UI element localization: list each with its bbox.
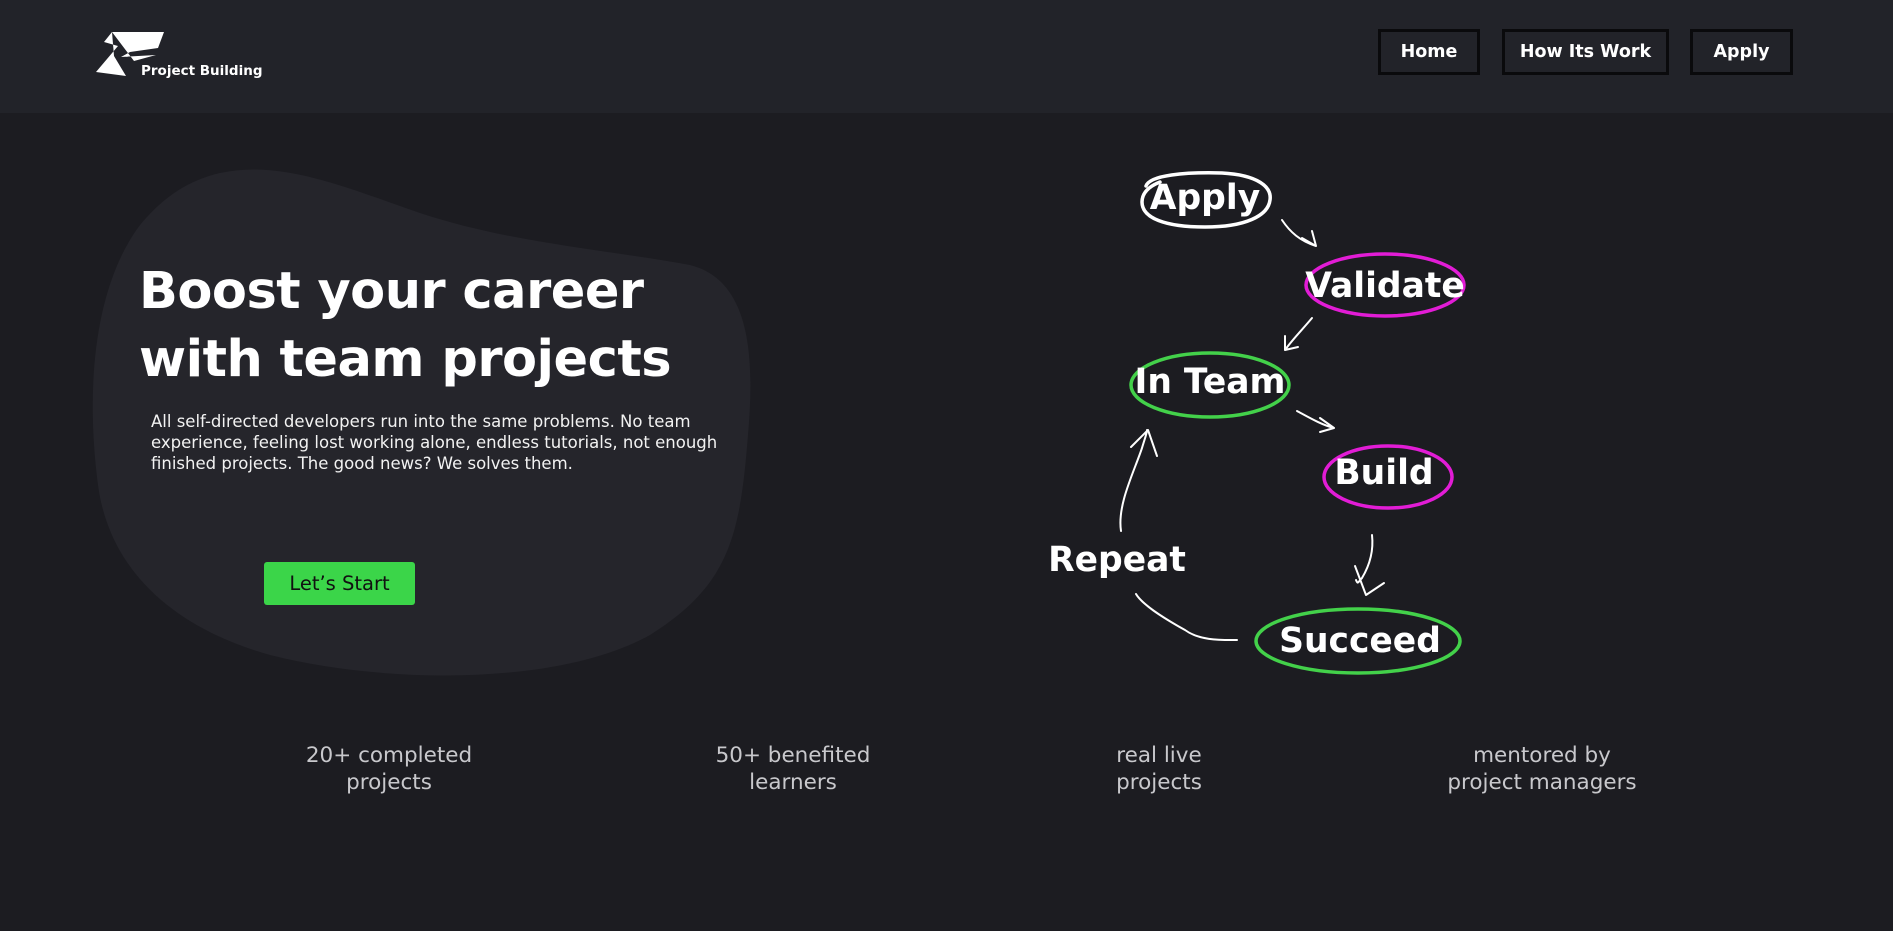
arrow-repeat-inteam — [1119, 429, 1158, 532]
arrow-build-succeed — [1354, 534, 1385, 596]
stat-line-2: projects — [1116, 770, 1202, 795]
stat-line-1: 50+ benefited — [715, 743, 871, 768]
step-succeed: Succeed — [1279, 620, 1441, 661]
arrow-validate-inteam — [1284, 317, 1313, 351]
stat-line-2: learners — [749, 770, 837, 795]
hero-title-line-1: Boost your career — [139, 262, 644, 321]
stat-line-1: 20+ completed — [305, 743, 473, 768]
logo-text: Project Building — [141, 63, 263, 79]
landing-page: Project Building Home How Its Work Apply… — [0, 0, 1893, 931]
step-repeat: Repeat — [1048, 539, 1186, 580]
step-apply: Apply — [1149, 177, 1261, 218]
arrow-succeed-repeat — [1135, 593, 1238, 642]
stat-line-1: real live — [1116, 743, 1202, 768]
stat-line-2: projects — [346, 770, 432, 795]
site-header: Project Building Home How Its Work Apply — [0, 0, 1893, 113]
step-build: Build — [1334, 452, 1434, 493]
arrow-apply-validate — [1281, 219, 1317, 247]
arrow-inteam-build — [1296, 410, 1335, 433]
nav-home-button[interactable]: Home — [1378, 29, 1480, 75]
stat-completed-projects: 20+ completed projects — [239, 742, 539, 796]
hero-title-line-2: with team projects — [139, 330, 672, 389]
step-validate: Validate — [1305, 265, 1465, 306]
logo[interactable]: Project Building — [94, 30, 264, 82]
stat-line-2: project managers — [1447, 770, 1637, 795]
hero-description: All self-directed developers run into th… — [151, 412, 718, 473]
stat-real-live-projects: real live projects — [1009, 742, 1309, 796]
stat-benefited-learners: 50+ benefited learners — [643, 742, 943, 796]
nav-apply-button[interactable]: Apply — [1690, 29, 1793, 75]
stat-line-1: mentored by — [1473, 743, 1611, 768]
lets-start-button[interactable]: Let’s Start — [264, 562, 415, 605]
hero-title: Boost your career with team projects — [139, 258, 779, 394]
nav-how-its-work-button[interactable]: How Its Work — [1502, 29, 1669, 75]
stat-mentored: mentored by project managers — [1392, 742, 1692, 796]
step-in-team: In Team — [1134, 361, 1286, 402]
